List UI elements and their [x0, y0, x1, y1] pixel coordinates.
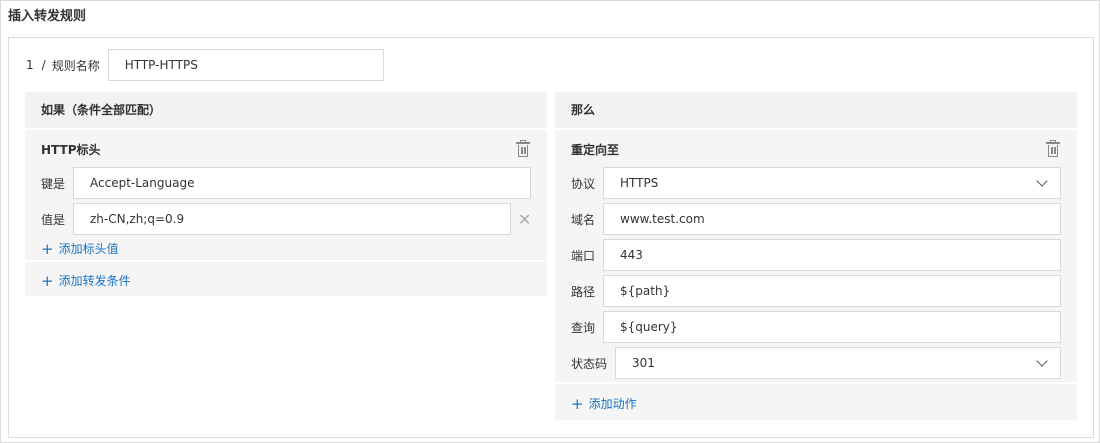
condition-http-header: HTTP标头 键是 Accept-Language 值是 zh-CN,zh;q=… — [25, 130, 547, 260]
add-action-row: + 添加动作 — [555, 384, 1077, 420]
status-code-label: 状态码 — [571, 356, 608, 371]
query-input[interactable]: ${query} — [603, 311, 1061, 343]
port-field: 端口 443 — [555, 239, 1061, 271]
path-input[interactable]: ${path} — [603, 275, 1061, 307]
port-input[interactable]: 443 — [603, 239, 1061, 271]
path-label: 路径 — [571, 284, 596, 299]
rule-name-label: 规则名称 — [51, 58, 100, 73]
status-code-select[interactable]: 301 — [615, 347, 1061, 379]
rule-card: 1 / 规则名称 HTTP-HTTPS 如果（条件全部匹配） HTTP标头 键是… — [8, 37, 1094, 438]
trash-icon[interactable] — [515, 140, 531, 158]
query-label: 查询 — [571, 320, 596, 335]
protocol-select[interactable]: HTTPS — [603, 167, 1061, 199]
condition-type-label: HTTP标头 — [41, 143, 101, 157]
protocol-label: 协议 — [571, 176, 596, 191]
rule-index: 1 — [26, 58, 34, 72]
conditions-header: 如果（条件全部匹配） — [25, 92, 547, 128]
key-label: 键是 — [41, 176, 66, 191]
domain-label: 域名 — [571, 212, 596, 227]
port-label: 端口 — [571, 248, 596, 263]
domain-field: 域名 www.test.com — [555, 203, 1061, 235]
plus-icon: + — [41, 239, 54, 258]
add-header-value-label: 添加标头值 — [58, 242, 119, 256]
action-redirect: 重定向至 协议 HTTPS 域名 www.test.com 端口 443 路径 … — [555, 130, 1077, 382]
rule-separator: / — [41, 58, 46, 72]
trash-icon[interactable] — [1045, 140, 1061, 158]
header-value-field: 值是 zh-CN,zh;q=0.9 — [25, 203, 511, 235]
insert-forward-rule-panel: 插入转发规则 1 / 规则名称 HTTP-HTTPS 如果（条件全部匹配） HT… — [0, 0, 1100, 443]
plus-icon: + — [571, 394, 584, 413]
path-field: 路径 ${path} — [555, 275, 1061, 307]
add-condition-row: + 添加转发条件 — [25, 262, 547, 296]
action-type-label: 重定向至 — [571, 143, 620, 157]
add-action-label: 添加动作 — [588, 397, 637, 411]
query-field: 查询 ${query} — [555, 311, 1061, 343]
header-key-field: 键是 Accept-Language — [25, 167, 531, 199]
add-condition-link[interactable]: + 添加转发条件 — [41, 272, 131, 289]
actions-header: 那么 — [555, 92, 1077, 128]
status-code-field: 状态码 301 — [555, 347, 1061, 379]
rule-name-input[interactable]: HTTP-HTTPS — [107, 49, 384, 81]
close-icon[interactable]: ✕ — [518, 212, 531, 228]
add-condition-label: 添加转发条件 — [58, 274, 131, 288]
protocol-field: 协议 HTTPS — [555, 167, 1061, 199]
add-header-value-link[interactable]: + 添加标头值 — [41, 240, 119, 257]
domain-input[interactable]: www.test.com — [603, 203, 1061, 235]
add-action-link[interactable]: + 添加动作 — [571, 395, 637, 412]
rule-name-row: 1 / 规则名称 HTTP-HTTPS — [26, 49, 384, 81]
value-label: 值是 — [41, 212, 66, 227]
plus-icon: + — [41, 271, 54, 290]
header-value-input[interactable]: zh-CN,zh;q=0.9 — [73, 203, 511, 235]
header-key-input[interactable]: Accept-Language — [73, 167, 531, 199]
page-title: 插入转发规则 — [8, 9, 87, 24]
